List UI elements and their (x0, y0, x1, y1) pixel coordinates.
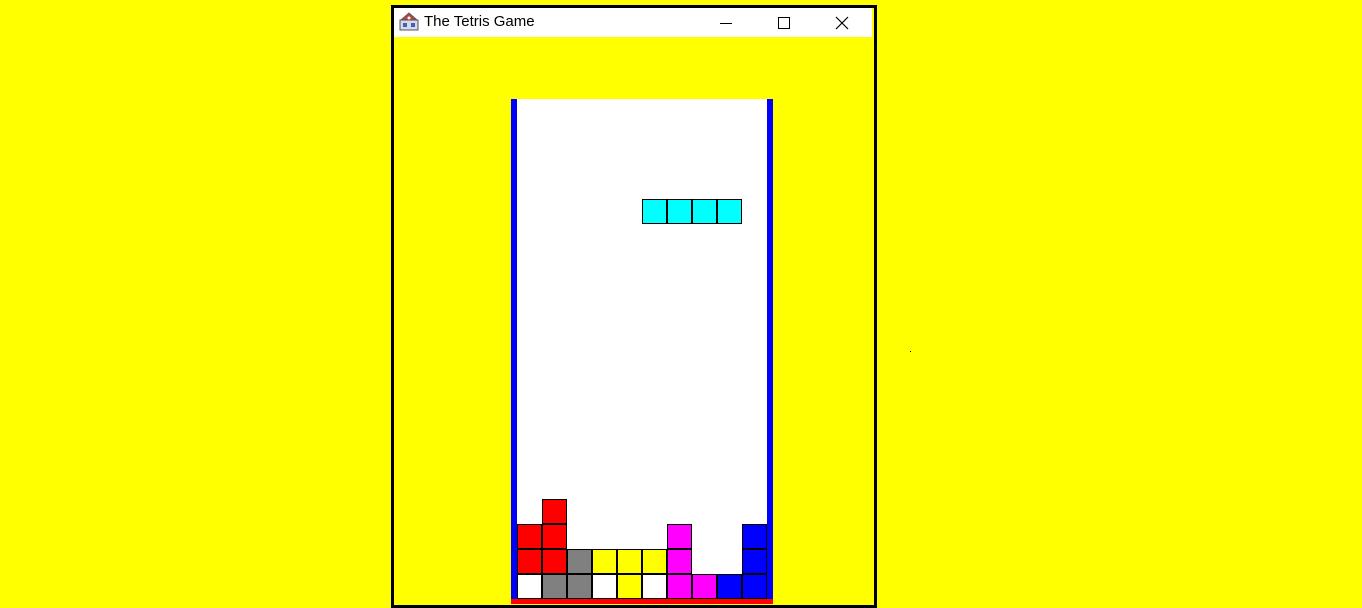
maximize-button[interactable] (761, 8, 807, 37)
locked-block (742, 574, 767, 599)
title-bar[interactable]: The Tetris Game (394, 8, 872, 37)
window-title: The Tetris Game (424, 13, 535, 30)
locked-block (542, 524, 567, 549)
locked-block (592, 574, 617, 599)
locked-block (692, 574, 717, 599)
locked-block (542, 574, 567, 599)
locked-block (742, 524, 767, 549)
locked-block (667, 549, 692, 574)
locked-block (542, 549, 567, 574)
right-wall (767, 99, 773, 602)
locked-block (717, 574, 742, 599)
maximize-icon (778, 16, 790, 29)
playfield[interactable] (517, 99, 767, 599)
locked-block (667, 574, 692, 599)
locked-block (667, 524, 692, 549)
close-icon (835, 16, 849, 29)
falling-piece-block (667, 199, 692, 224)
java-app-icon[interactable] (399, 11, 419, 31)
stray-pixel (910, 351, 911, 352)
locked-block (617, 549, 642, 574)
locked-block (567, 574, 592, 599)
locked-block (592, 549, 617, 574)
falling-piece-block (692, 199, 717, 224)
locked-block (742, 549, 767, 574)
game-board[interactable] (511, 99, 773, 604)
minimize-button[interactable] (703, 8, 749, 37)
locked-block (517, 524, 542, 549)
locked-block (517, 549, 542, 574)
locked-block (617, 574, 642, 599)
game-window: The Tetris Game (391, 5, 877, 608)
locked-block (517, 574, 542, 599)
minimize-icon (720, 22, 732, 24)
locked-block (542, 499, 567, 524)
falling-piece-block (717, 199, 742, 224)
locked-block (567, 549, 592, 574)
falling-piece-block (642, 199, 667, 224)
close-button[interactable] (819, 8, 865, 37)
locked-block (642, 574, 667, 599)
floor (511, 599, 773, 604)
locked-block (642, 549, 667, 574)
